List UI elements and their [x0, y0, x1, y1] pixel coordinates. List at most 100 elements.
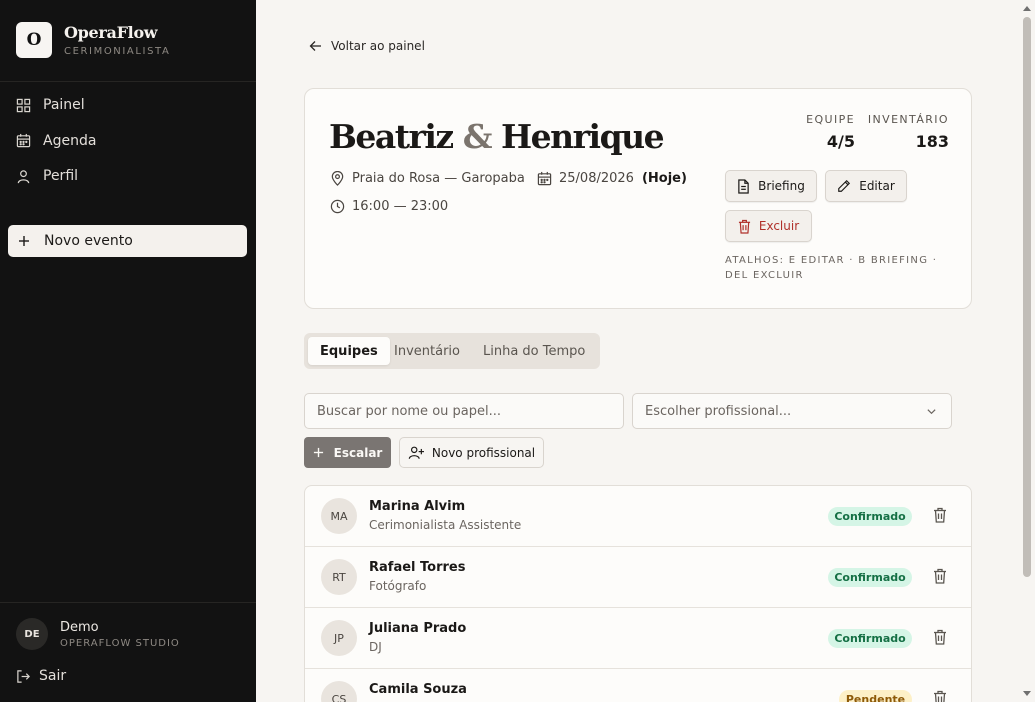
trash-icon[interactable]: [933, 690, 947, 702]
event-time-text: 16:00 — 23:00: [352, 199, 449, 214]
list-item[interactable]: JP Juliana Prado DJ Confirmado: [305, 608, 971, 669]
tab-equipes[interactable]: Equipes: [308, 337, 390, 365]
edit-button[interactable]: Editar: [825, 170, 907, 202]
plus-icon: [313, 447, 323, 458]
member-role: Cerimonialista Assistente: [369, 518, 522, 532]
member-name: Juliana Prado: [369, 621, 467, 636]
arrow-left-icon: [309, 41, 321, 51]
sidebar-item-label: Perfil: [43, 168, 79, 184]
map-pin-icon: [331, 171, 344, 186]
delete-button[interactable]: Excluir: [725, 210, 812, 242]
scroll-up-arrow[interactable]: [1023, 6, 1031, 11]
keyboard-shortcuts-hint: ATALHOS: E EDITAR · B BRIEFING · DEL EXC…: [725, 253, 945, 283]
briefing-button[interactable]: Briefing: [725, 170, 817, 202]
inventory-stat-label: INVENTÁRIO: [867, 113, 949, 126]
event-date: 25/08/2026 (Hoje): [537, 171, 687, 186]
list-item[interactable]: RT Rafael Torres Fotógrafo Confirmado: [305, 547, 971, 608]
delete-label: Excluir: [758, 219, 800, 233]
chevron-down-icon: [927, 409, 936, 415]
list-item[interactable]: CS Camila Souza Pendente: [305, 669, 971, 702]
event-card: Beatriz & Henrique Praia do Rosa — Garop…: [304, 88, 972, 309]
search-input[interactable]: Buscar por nome ou papel...: [304, 393, 624, 429]
tab-inventario[interactable]: Inventário: [394, 337, 460, 365]
event-date-text: 25/08/2026: [559, 171, 634, 186]
professional-select[interactable]: Escolher profissional...: [632, 393, 952, 429]
sidebar-nav: Painel Agenda Perfil: [16, 94, 96, 201]
logout-button[interactable]: Sair: [16, 668, 66, 684]
event-title: Beatriz & Henrique: [329, 117, 665, 156]
member-role: DJ: [369, 640, 382, 654]
tab-linha-do-tempo[interactable]: Linha do Tempo: [483, 337, 585, 365]
new-event-label: Novo evento: [44, 233, 133, 249]
shortcuts-line-2: DEL EXCLUIR: [725, 270, 804, 281]
event-time: 16:00 — 23:00: [330, 199, 448, 214]
plus-icon: [19, 236, 29, 246]
calendar-icon: [16, 133, 31, 148]
new-professional-label: Novo profissional: [431, 445, 536, 460]
trash-icon[interactable]: [933, 568, 947, 584]
brand-logo: O: [16, 22, 52, 58]
event-name-1: Beatriz: [329, 117, 454, 156]
professional-select-placeholder: Escolher profissional...: [645, 403, 792, 419]
app-name: OperaFlow: [64, 23, 158, 42]
team-stat: EQUIPE 4/5: [806, 113, 855, 151]
user-org: OPERAFLOW STUDIO: [60, 637, 180, 649]
sidebar-item-painel[interactable]: Painel: [16, 94, 96, 116]
new-professional-button[interactable]: Novo profissional: [399, 437, 544, 468]
sidebar-item-agenda[interactable]: Agenda: [16, 130, 96, 152]
sidebar: O OperaFlow CERIMONIALISTA Painel Agenda…: [0, 0, 256, 702]
sidebar-divider: [0, 602, 256, 603]
status-badge: Confirmado: [828, 629, 912, 648]
avatar: MA: [321, 498, 357, 534]
inventory-stat: INVENTÁRIO 183: [868, 113, 949, 151]
team-stat-value: 4/5: [826, 132, 855, 151]
user-profile[interactable]: DE Demo OPERAFLOW STUDIO: [16, 618, 180, 650]
back-label: Voltar ao painel: [331, 39, 425, 53]
avatar: DE: [16, 618, 48, 650]
logout-label: Sair: [39, 668, 67, 684]
avatar: JP: [321, 620, 357, 656]
inventory-stat-value: 183: [915, 132, 949, 151]
status-badge: Confirmado: [828, 507, 912, 526]
document-icon: [738, 178, 749, 194]
event-location: Praia do Rosa — Garopaba: [330, 171, 525, 186]
logout-icon: [17, 669, 30, 683]
trash-icon[interactable]: [933, 629, 947, 645]
today-label: (Hoje): [641, 171, 687, 186]
brand[interactable]: O OperaFlow CERIMONIALISTA: [16, 22, 170, 58]
grid-icon: [16, 98, 31, 112]
tab-bar: Equipes Inventário Linha do Tempo: [304, 333, 600, 369]
briefing-label: Briefing: [758, 179, 805, 193]
user-name: Demo: [60, 619, 99, 635]
sidebar-divider: [0, 81, 256, 82]
user-icon: [17, 169, 30, 183]
event-ampersand: &: [462, 117, 493, 156]
sidebar-item-label: Painel: [43, 97, 85, 113]
member-name: Marina Alvim: [369, 499, 466, 514]
edit-label: Editar: [859, 179, 895, 193]
trash-icon[interactable]: [933, 507, 947, 523]
status-badge: Confirmado: [828, 568, 912, 587]
scroll-down-arrow[interactable]: [1023, 691, 1031, 696]
assign-button[interactable]: Escalar: [304, 437, 391, 468]
member-role: Fotógrafo: [369, 579, 427, 593]
back-link[interactable]: Voltar ao painel: [309, 39, 425, 53]
event-location-text: Praia do Rosa — Garopaba: [352, 171, 525, 186]
member-name: Rafael Torres: [369, 560, 466, 575]
clock-icon: [330, 199, 345, 214]
team-list: MA Marina Alvim Cerimonialista Assistent…: [304, 485, 972, 702]
sidebar-item-perfil[interactable]: Perfil: [16, 165, 96, 187]
page-scrollbar[interactable]: [1020, 0, 1035, 702]
scroll-thumb[interactable]: [1023, 17, 1031, 577]
assign-label: Escalar: [333, 445, 383, 460]
event-name-2: Henrique: [500, 117, 665, 156]
shortcuts-line-1: ATALHOS: E EDITAR · B BRIEFING ·: [725, 255, 938, 266]
user-plus-icon: [408, 446, 424, 459]
search-placeholder: Buscar por nome ou papel...: [317, 403, 501, 419]
list-item[interactable]: MA Marina Alvim Cerimonialista Assistent…: [305, 486, 971, 547]
team-stat-label: EQUIPE: [806, 113, 855, 126]
pencil-icon: [838, 179, 851, 192]
new-event-button[interactable]: Novo evento: [8, 225, 247, 257]
calendar-icon: [537, 171, 552, 186]
avatar: CS: [321, 681, 357, 702]
